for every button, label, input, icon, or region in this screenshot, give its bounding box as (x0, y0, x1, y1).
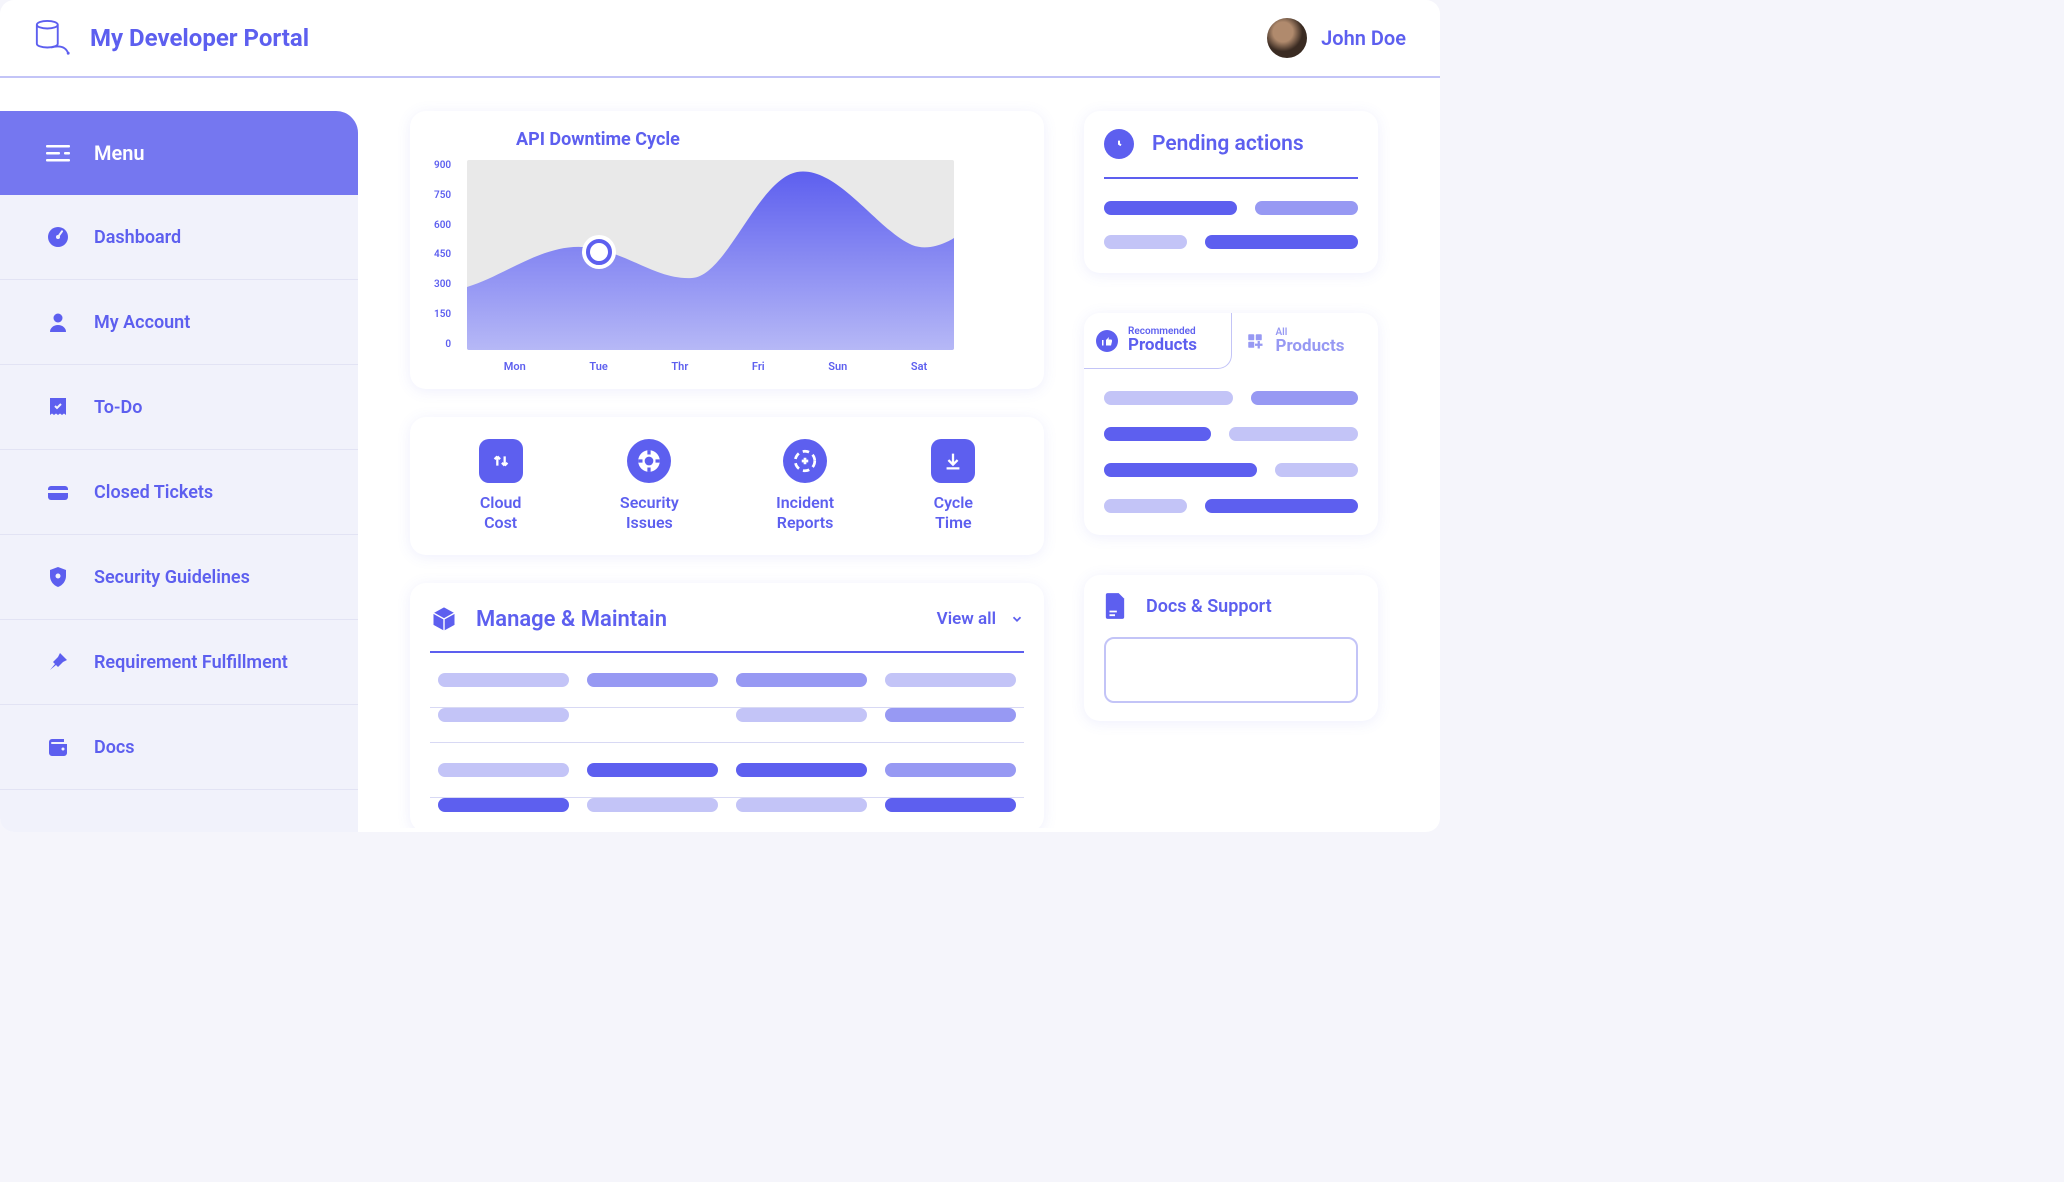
list-item (1104, 201, 1358, 215)
app-title: My Developer Portal (90, 24, 309, 52)
list-item (1104, 235, 1358, 249)
brand-logo-icon (34, 19, 72, 57)
clock-icon (1104, 129, 1134, 159)
tab-all-products[interactable]: AllProducts (1232, 313, 1379, 369)
chevron-down-icon (1010, 612, 1024, 626)
quick-incident-reports[interactable]: IncidentReports (776, 439, 834, 533)
sidebar-item-label: Docs (94, 737, 135, 758)
avatar (1267, 18, 1307, 58)
chart-y-ticks: 900 750 600 450 300 150 0 (434, 160, 455, 350)
sidebar-item-docs[interactable]: Docs (0, 705, 358, 790)
chart-plot (467, 160, 954, 350)
sidebar-item-label: Security Guidelines (94, 567, 250, 588)
manage-title: Manage & Maintain (476, 607, 667, 632)
sidebar-item-label: My Account (94, 312, 190, 333)
shield-icon (46, 565, 70, 589)
sidebar-menu-label: Menu (94, 141, 145, 165)
list-item (1104, 499, 1358, 513)
chart-highlight-dot (586, 239, 612, 265)
pending-actions-card: Pending actions (1084, 111, 1378, 273)
table-row (430, 708, 1024, 743)
sidebar-item-security[interactable]: Security Guidelines (0, 535, 358, 620)
pin-icon (46, 650, 70, 674)
sidebar-item-label: Requirement Fulfillment (94, 652, 288, 673)
header-bar: My Developer Portal John Doe (0, 0, 1440, 78)
user-menu[interactable]: John Doe (1267, 18, 1406, 58)
grid-icon (1244, 330, 1266, 352)
document-icon (1104, 593, 1126, 619)
quick-links-card: CloudCost SecurityIssues IncidentReports… (410, 417, 1044, 555)
sidebar-item-closed-tickets[interactable]: Closed Tickets (0, 450, 358, 535)
updown-icon (479, 439, 523, 483)
user-name: John Doe (1321, 26, 1406, 50)
download-icon (931, 439, 975, 483)
sidebar-item-label: Closed Tickets (94, 482, 213, 503)
sidebar-item-label: To-Do (94, 397, 142, 418)
sidebar-item-my-account[interactable]: My Account (0, 280, 358, 365)
wallet-icon (46, 735, 70, 759)
table-row (430, 798, 1024, 828)
package-icon (430, 605, 458, 633)
docs-support-card: Docs & Support (1084, 575, 1378, 721)
sidebar-menu-header[interactable]: Menu (0, 111, 358, 195)
sidebar-item-todo[interactable]: To-Do (0, 365, 358, 450)
docs-title: Docs & Support (1146, 596, 1272, 617)
products-card: RecommendedProducts AllProducts (1084, 313, 1378, 535)
list-item (1104, 463, 1358, 477)
thumbsup-icon (1096, 330, 1118, 352)
gauge-icon (46, 225, 70, 249)
sidebar-item-dashboard[interactable]: Dashboard (0, 195, 358, 280)
crosshair-icon (783, 439, 827, 483)
quick-security-issues[interactable]: SecurityIssues (620, 439, 679, 533)
card-icon (46, 480, 70, 504)
chart-card: API Downtime Cycle 900 750 600 450 300 1… (410, 111, 1044, 389)
list-item (1104, 391, 1358, 405)
sidebar: Menu Dashboard My Account To-Do (0, 111, 358, 832)
brand[interactable]: My Developer Portal (34, 19, 309, 57)
view-all-link[interactable]: View all (937, 609, 1024, 629)
chart-x-ticks: Mon Tue Thr Fri Sun Sat (472, 360, 959, 373)
receipt-icon (46, 395, 70, 419)
list-item (1104, 427, 1358, 441)
pending-title: Pending actions (1152, 132, 1304, 156)
chart-title: API Downtime Cycle (516, 129, 1020, 150)
table-row (430, 743, 1024, 798)
sidebar-item-requirement[interactable]: Requirement Fulfillment (0, 620, 358, 705)
quick-cycle-time[interactable]: CycleTime (931, 439, 975, 533)
table-row (430, 653, 1024, 708)
docs-input-area[interactable] (1104, 637, 1358, 703)
sidebar-item-label: Dashboard (94, 227, 181, 248)
menu-icon (46, 143, 70, 163)
lifering-icon (627, 439, 671, 483)
tab-recommended-products[interactable]: RecommendedProducts (1084, 313, 1232, 369)
manage-card: Manage & Maintain View all (410, 583, 1044, 828)
user-icon (46, 310, 70, 334)
quick-cloud-cost[interactable]: CloudCost (479, 439, 523, 533)
